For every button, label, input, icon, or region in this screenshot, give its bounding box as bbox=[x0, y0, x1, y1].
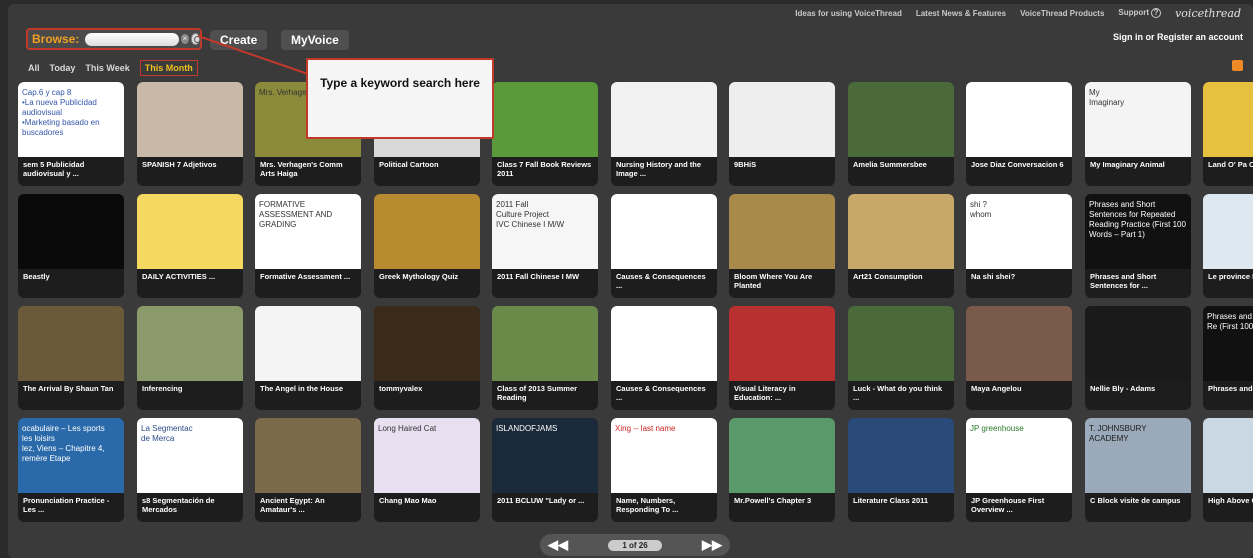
app-window: Ideas for using VoiceThread Latest News … bbox=[8, 4, 1253, 558]
pagination: ◀◀ 1 of 26 ▶▶ bbox=[540, 534, 730, 556]
callout-text: Type a keyword search here bbox=[320, 76, 480, 90]
next-page-button[interactable]: ▶▶ bbox=[702, 537, 722, 553]
page-indicator: 1 of 26 bbox=[608, 539, 662, 551]
keyword-search-callout: Type a keyword search here bbox=[306, 58, 494, 139]
prev-page-button[interactable]: ◀◀ bbox=[548, 537, 568, 553]
callout-line bbox=[197, 35, 309, 75]
callout-connector bbox=[197, 35, 309, 75]
